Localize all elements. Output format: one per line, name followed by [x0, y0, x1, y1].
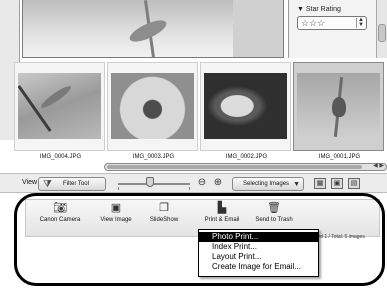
preview-background [233, 0, 283, 57]
scroll-arrows-icon[interactable]: ◀ ▶ [373, 162, 384, 169]
view-toolbar: View ⧩ Filter Tool ⊖ ⊕ Selecting Images … [0, 173, 387, 193]
print-email-menu: Photo Print... Index Print... Layout Pri… [198, 229, 319, 277]
thumbnail-filename: IMG_0001.JPG [318, 154, 361, 160]
funnel-icon: ⧩ [43, 179, 52, 190]
vertical-scrollbar[interactable] [376, 0, 387, 58]
filter-tool-label: Filter Tool [63, 181, 89, 187]
thumbnail-filename: IMG_0004.JPG [39, 154, 82, 160]
menu-item-photo-print[interactable]: Photo Print... [199, 232, 318, 242]
thumbnail-item[interactable]: IMG_0004.JPG [14, 62, 105, 160]
thumbnail-image [297, 73, 380, 139]
thumbnail-filename: IMG_0002.JPG [225, 154, 268, 160]
star-rating-value: ☆☆☆ [301, 18, 326, 28]
thumbnail-image [18, 73, 101, 139]
selecting-images-label: Selecting Images [243, 181, 290, 187]
thumbnail-image [111, 73, 194, 139]
star-rating-select[interactable]: ☆☆☆ ▲ ▼ [297, 16, 367, 30]
menu-item-create-image-for-email[interactable]: Create Image for Email... [199, 262, 318, 272]
zoom-slider-thumb[interactable] [146, 177, 154, 187]
dragonfly-body [18, 85, 52, 132]
preview-image [22, 0, 284, 58]
thumbnail-item-selected[interactable]: IMG_0001.JPG [293, 62, 384, 160]
thumbnail-image [204, 73, 287, 139]
selecting-images-dropdown[interactable]: Selecting Images ▼ [232, 177, 304, 191]
dragonfly-wing [38, 83, 74, 111]
menu-item-layout-print[interactable]: Layout Print... [199, 252, 318, 262]
thumbnail-item[interactable]: IMG_0003.JPG [107, 62, 198, 160]
zoom-out-icon[interactable]: ⊖ [196, 176, 208, 190]
menu-item-index-print[interactable]: Index Print... [199, 242, 318, 252]
detail-view-icon[interactable]: ▤ [348, 178, 360, 189]
thumbnail-browser: IMG_0004.JPG IMG_0003.JPG IMG_0002.JPG I… [14, 62, 387, 162]
vertical-scrollbar-thumb[interactable] [378, 24, 386, 42]
filter-panel: ▼ Star Rating ☆☆☆ ▲ ▼ [288, 0, 387, 58]
view-label: View [22, 179, 38, 186]
thumbnail-item[interactable]: IMG_0002.JPG [200, 62, 291, 160]
filter-tool-button[interactable]: ⧩ Filter Tool [38, 177, 106, 191]
thumbnail-view-icon[interactable]: ▦ [314, 178, 326, 189]
zoom-slider-ticks [118, 187, 190, 190]
stepper-arrows-icon: ▲ ▼ [356, 17, 365, 28]
horizontal-scrollbar-thumb[interactable] [107, 165, 362, 169]
star-rating-heading[interactable]: ▼ Star Rating [297, 6, 341, 13]
task-panel: 📷︎ Canon Camera ▣ View Image ❐ SlideShow… [0, 193, 387, 292]
preview-view-icon[interactable]: ▣ [331, 178, 343, 189]
chevron-down-icon: ▼ [293, 181, 300, 188]
zoom-in-icon[interactable]: ⊕ [212, 176, 224, 190]
plant-bud [332, 97, 346, 117]
image-browser-window: ▼ Star Rating ☆☆☆ ▲ ▼ IMG_0004.JPG IMG_00… [0, 0, 387, 292]
horizontal-scrollbar[interactable]: ◀ ▶ [104, 163, 387, 171]
thumbnail-filename: IMG_0003.JPG [132, 154, 175, 160]
zoom-slider-track[interactable] [118, 183, 190, 185]
